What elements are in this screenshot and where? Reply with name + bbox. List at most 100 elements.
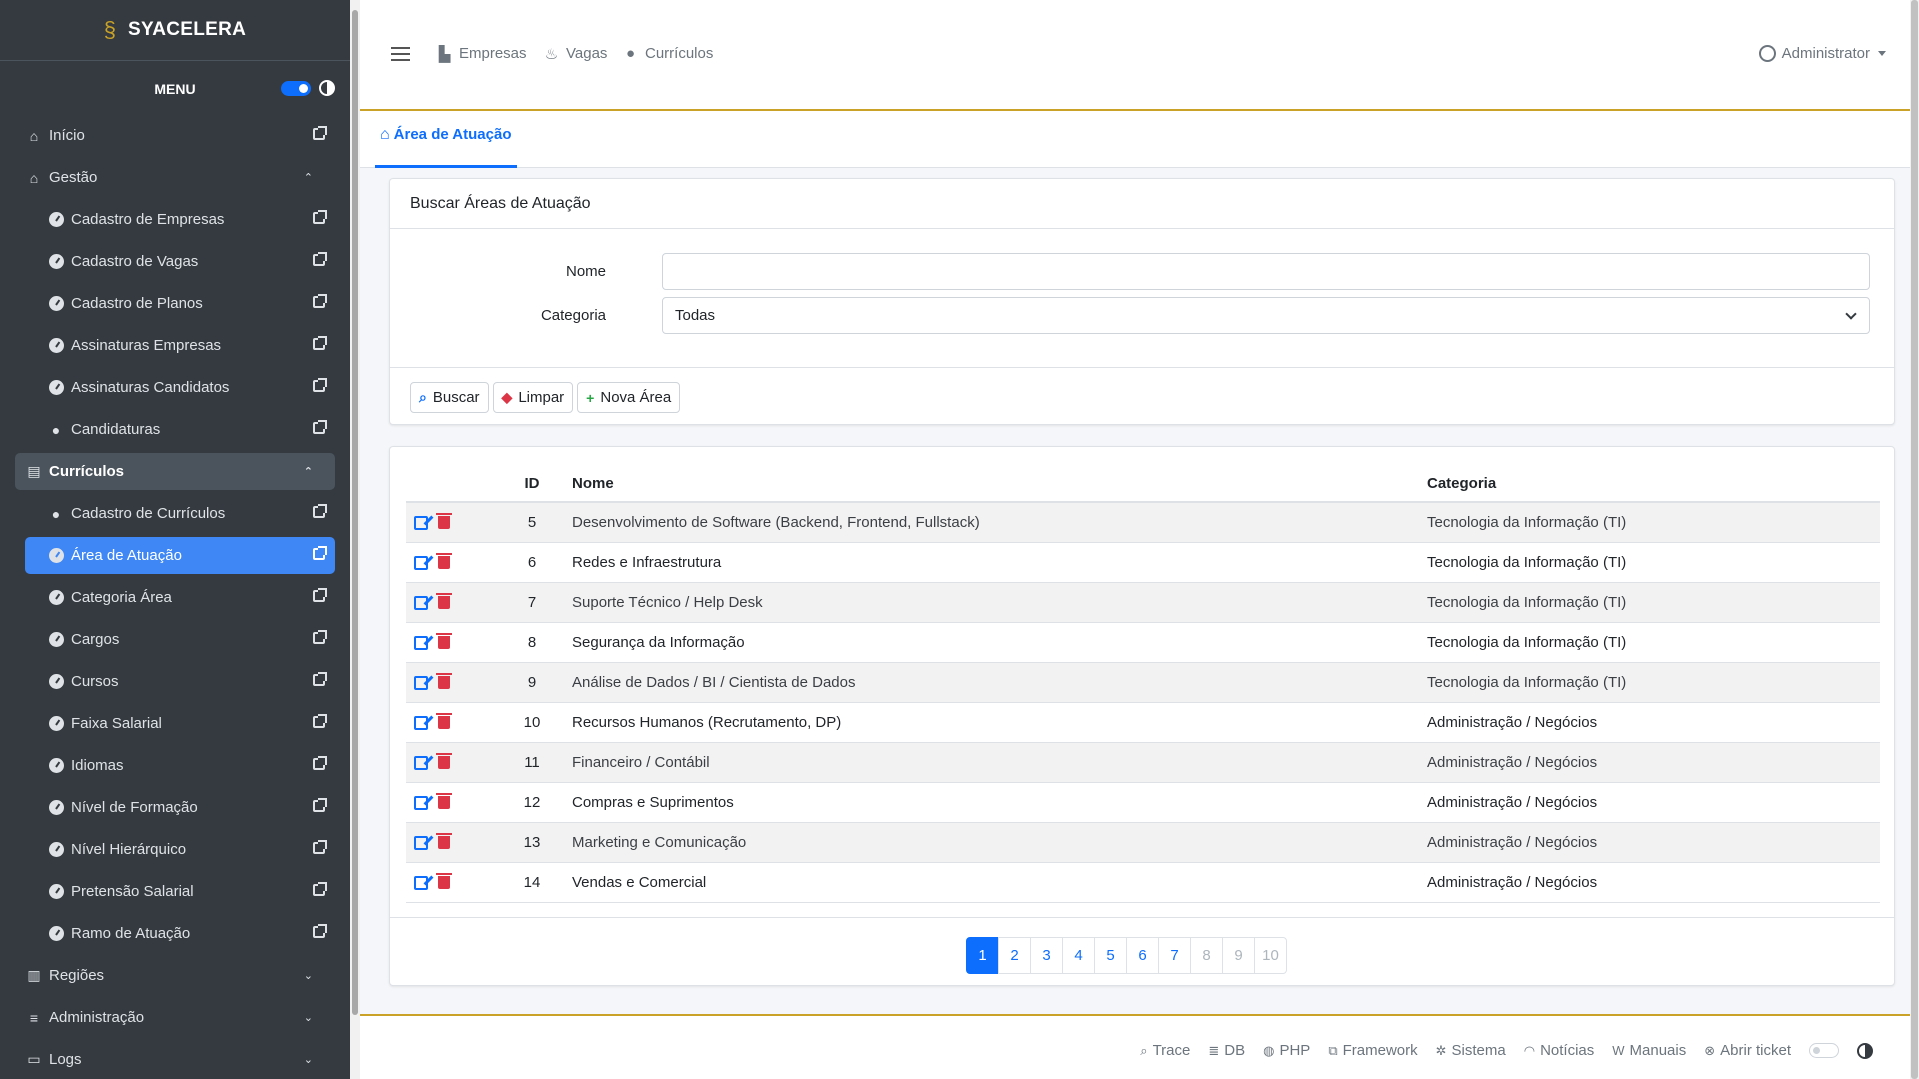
trash-icon[interactable]: [436, 833, 452, 850]
gauge-icon: [48, 926, 64, 941]
search-card: Buscar Áreas de Atuação Nome Categoria T…: [389, 178, 1895, 425]
sidebar-item-cadastro-de-planos[interactable]: Cadastro de Planos: [25, 285, 335, 322]
topnav-curriculos-link[interactable]: ● Currículos: [622, 45, 713, 62]
sidebar-item-cursos[interactable]: Cursos: [25, 663, 335, 700]
page-3-button[interactable]: 3: [1030, 937, 1063, 974]
sidebar-item-cadastro-de-curriculos[interactable]: ● Cadastro de Currículos: [25, 495, 335, 532]
sidebar-item-idiomas[interactable]: Idiomas: [25, 747, 335, 784]
gauge-icon-wrap: [47, 590, 65, 606]
edit-icon[interactable]: [414, 755, 428, 770]
sidebar-item-inicio[interactable]: ⌂ Início: [15, 117, 335, 154]
sidebar-item-area-de-atuacao[interactable]: Área de Atuação: [25, 537, 335, 574]
sidebar-item-administracao[interactable]: ≡ Administração ⌄: [15, 999, 335, 1036]
footer-link-sistema[interactable]: ✲ Sistema: [1436, 1042, 1506, 1059]
tab-label: Área de Atuação: [393, 126, 512, 143]
sidebar-item-pretensao-salarial[interactable]: Pretensão Salarial: [25, 873, 335, 910]
sidebar-item-ramo-de-atuacao[interactable]: Ramo de Atuação: [25, 915, 335, 952]
topnav-vagas-link[interactable]: ♨ Vagas: [543, 45, 608, 63]
page-6-button[interactable]: 6: [1126, 937, 1159, 974]
theme-contrast-icon[interactable]: [319, 80, 335, 96]
edit-icon[interactable]: [414, 635, 428, 650]
edit-icon[interactable]: [414, 595, 428, 610]
pagination-area: 1 2 3 4 5 6 7 8 9 10: [390, 917, 1894, 986]
search-button[interactable]: ⌕ Buscar: [410, 382, 489, 413]
sidebar-item-categoria-area[interactable]: Categoria Área: [25, 579, 335, 616]
footer-link-label: Sistema: [1451, 1042, 1506, 1059]
category-header[interactable]: Categoria: [1423, 465, 1880, 503]
sidebar-scrollbar-thumb[interactable]: [352, 10, 358, 1015]
trash-icon[interactable]: [436, 793, 452, 810]
footer-link-php[interactable]: ◍ PHP: [1263, 1042, 1310, 1059]
trash-icon[interactable]: [436, 713, 452, 730]
topnav-empresas-link[interactable]: ▙ Empresas: [436, 45, 527, 63]
sidebar-item-curriculos[interactable]: ▤ Currículos ⌃: [15, 453, 335, 490]
sidebar-item-cadastro-de-vagas[interactable]: Cadastro de Vagas: [25, 243, 335, 280]
table-row: 10 Recursos Humanos (Recrutamento, DP) Adm…: [406, 702, 1880, 743]
footer-link-abrir-ticket[interactable]: ⊗ Abrir ticket: [1704, 1042, 1791, 1059]
page-7-button[interactable]: 7: [1158, 937, 1191, 974]
page-5-button[interactable]: 5: [1094, 937, 1127, 974]
search-button-label: Buscar: [432, 389, 480, 406]
trash-icon[interactable]: [436, 673, 452, 690]
footer-link-framework[interactable]: ⧉ Framework: [1328, 1042, 1417, 1059]
page-scrollbar[interactable]: [1910, 0, 1919, 1079]
trash-icon[interactable]: [436, 593, 452, 610]
clear-button[interactable]: ◆ Limpar: [492, 382, 574, 413]
category-select[interactable]: Todas: [662, 297, 1870, 334]
sidebar-scrollbar[interactable]: [350, 0, 360, 1079]
menu-toggle-switch[interactable]: [281, 81, 311, 96]
page-2-button[interactable]: 2: [998, 937, 1031, 974]
sidebar-item-assinaturas-empresas[interactable]: Assinaturas Empresas: [25, 327, 335, 364]
row-actions: [406, 542, 496, 583]
sidebar-item-nivel-hierarquico[interactable]: Nível Hierárquico: [25, 831, 335, 868]
row-name: Redes e Infraestrutura: [568, 542, 1423, 583]
new-area-button[interactable]: + Nova Área: [577, 382, 681, 413]
sidebar-item-gestao[interactable]: ⌂ Gestão ⌃: [15, 159, 335, 196]
trash-icon[interactable]: [436, 873, 452, 890]
sidebar-item-nivel-de-formacao[interactable]: Nível de Formação: [25, 789, 335, 826]
top-navbar: ▙ Empresas ♨ Vagas ● Currículos Administ…: [360, 0, 1910, 111]
edit-icon[interactable]: [414, 875, 428, 890]
page-4-button[interactable]: 4: [1062, 937, 1095, 974]
edit-icon[interactable]: [414, 715, 428, 730]
sidebar-item-regioes[interactable]: ▥ Regiões ⌄: [15, 957, 335, 994]
page-scrollbar-thumb[interactable]: [1911, 0, 1918, 1079]
name-input[interactable]: [662, 253, 1870, 290]
theme-contrast-icon[interactable]: [1857, 1042, 1873, 1059]
edit-icon[interactable]: [414, 835, 428, 850]
row-id: 12: [496, 782, 568, 823]
edit-icon[interactable]: [414, 795, 428, 810]
id-header[interactable]: ID: [496, 465, 568, 503]
row-category: Tecnologia da Informação (TI): [1423, 622, 1880, 663]
gauge-icon: [48, 548, 64, 563]
sidebar-item-candidaturas[interactable]: ● Candidaturas: [25, 411, 335, 448]
footer-toggle-switch[interactable]: [1809, 1043, 1839, 1058]
footer-link-manuais[interactable]: W Manuais: [1612, 1042, 1686, 1059]
sidebar-item-assinaturas-candidatos[interactable]: Assinaturas Candidatos: [25, 369, 335, 406]
name-header[interactable]: Nome: [568, 465, 1423, 503]
sidebar-item-faixa-salarial[interactable]: Faixa Salarial: [25, 705, 335, 742]
edit-icon[interactable]: [414, 555, 428, 570]
user-dropdown[interactable]: Administrator: [1758, 45, 1886, 62]
brand[interactable]: § SYACELERA: [0, 0, 350, 61]
gauge-icon: [48, 254, 64, 269]
trash-icon[interactable]: [436, 553, 452, 570]
edit-icon[interactable]: [414, 675, 428, 690]
row-id: 14: [496, 862, 568, 903]
footer-link-noticias[interactable]: ◠ Notícias: [1524, 1042, 1595, 1059]
search-actions: ⌕ Buscar ◆ Limpar + Nova Área: [390, 367, 1894, 425]
edit-icon[interactable]: [414, 515, 428, 530]
trash-icon[interactable]: [436, 633, 452, 650]
sidebar-item-cargos[interactable]: Cargos: [25, 621, 335, 658]
tab-area-de-atuacao[interactable]: ⌂ Área de Atuação: [375, 126, 517, 168]
sidebar-item-label: Pretensão Salarial: [71, 883, 194, 900]
sidebar-item-label: Regiões: [49, 967, 105, 984]
sidebar-item-logs[interactable]: ▭ Logs ⌄: [15, 1041, 335, 1078]
trash-icon[interactable]: [436, 753, 452, 770]
sidebar-item-cadastro-de-empresas[interactable]: Cadastro de Empresas: [25, 201, 335, 238]
trash-icon[interactable]: [436, 513, 452, 530]
footer-link-db[interactable]: ≣ DB: [1208, 1042, 1245, 1059]
footer-link-trace[interactable]: ⌕ Trace: [1140, 1042, 1190, 1059]
hamburger-menu-icon[interactable]: [391, 47, 410, 61]
page-1-button[interactable]: 1: [966, 937, 999, 974]
